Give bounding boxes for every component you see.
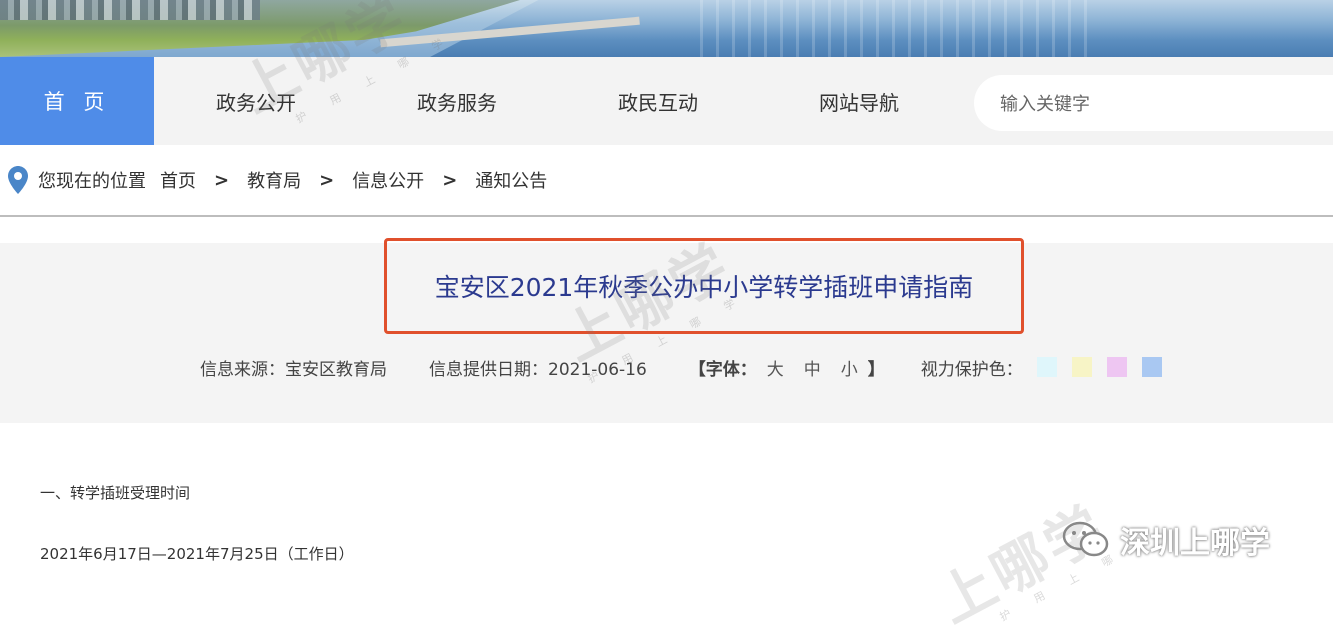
nav-item-gov-open[interactable]: 政务公开 <box>186 57 326 145</box>
font-size-medium[interactable]: 中 <box>804 355 821 380</box>
brand-name: 深圳上哪学 <box>1120 526 1270 561</box>
header-banner-image <box>0 0 1333 57</box>
nav-item-interaction[interactable]: 政民互动 <box>588 57 728 145</box>
nav-item-gov-service[interactable]: 政务服务 <box>387 57 527 145</box>
main-nav: 首 页 政务公开 政务服务 政民互动 网站导航 <box>0 57 1333 145</box>
eye-color-pink-swatch[interactable] <box>1106 357 1127 377</box>
search-input[interactable] <box>974 75 1332 133</box>
eye-color-blue-swatch[interactable] <box>1141 357 1162 377</box>
eye-color-cyan-swatch[interactable] <box>1036 357 1057 377</box>
breadcrumb-divider <box>0 215 1333 217</box>
nav-home[interactable]: 首 页 <box>0 57 154 145</box>
location-pin-icon <box>8 166 28 194</box>
breadcrumb: 您现在的位置 首页 > 教育局 > 信息公开 > 通知公告 <box>0 145 1333 215</box>
nav-item-site-nav[interactable]: 网站导航 <box>789 57 929 145</box>
brand-watermark: 深圳上哪学 <box>1062 518 1270 562</box>
info-date: 信息提供日期：2021-06-16 <box>429 359 647 380</box>
font-size-label: 【字体： <box>688 359 757 380</box>
eye-protect-label: 视力保护色： <box>920 359 1023 380</box>
breadcrumb-item-info-open[interactable]: 信息公开 <box>352 167 424 193</box>
article-meta: 信息来源：宝安区教育局 信息提供日期：2021-06-16 【字体： 大 中 小… <box>200 352 1177 382</box>
eye-color-yellow-swatch[interactable] <box>1071 357 1092 377</box>
breadcrumb-item-notice[interactable]: 通知公告 <box>475 167 547 193</box>
article-title: 宝安区2021年秋季公办中小学转学插班申请指南 <box>384 238 1024 334</box>
info-source: 信息来源：宝安区教育局 <box>200 359 387 380</box>
breadcrumb-label: 您现在的位置 <box>38 171 146 192</box>
font-size-small[interactable]: 小 <box>841 355 858 380</box>
breadcrumb-item-education-bureau[interactable]: 教育局 <box>247 167 301 193</box>
paragraph: 2021年6月17日—2021年7月25日（工作日） <box>40 545 354 563</box>
breadcrumb-separator: > <box>319 169 335 191</box>
breadcrumb-separator: > <box>214 169 230 191</box>
font-size-close: 】 <box>867 359 885 380</box>
section-heading: 一、转学插班受理时间 <box>40 484 191 502</box>
wechat-icon <box>1062 521 1109 557</box>
search-box <box>974 75 1333 133</box>
breadcrumb-item-home[interactable]: 首页 <box>160 167 196 193</box>
font-size-large[interactable]: 大 <box>767 355 784 380</box>
breadcrumb-separator: > <box>442 169 458 191</box>
